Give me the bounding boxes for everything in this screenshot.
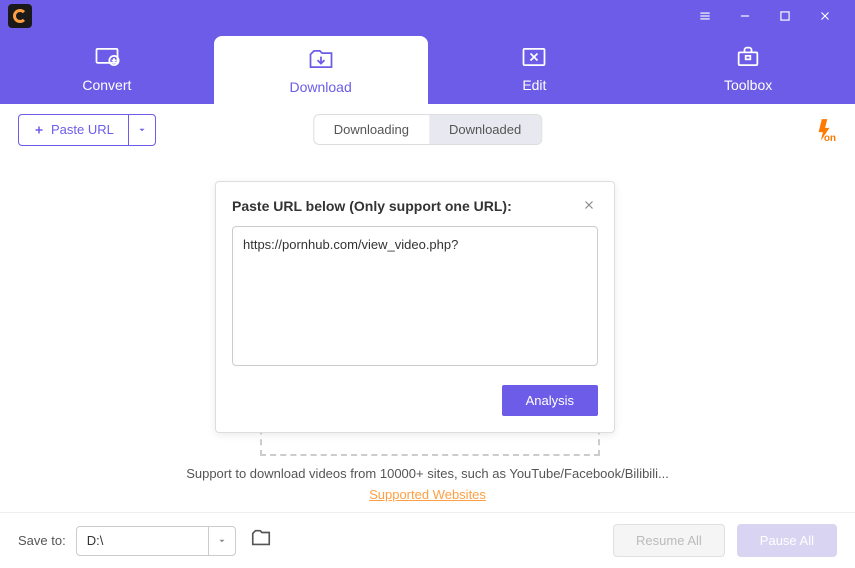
navbar: Convert Download Edit Toolbox	[0, 32, 855, 104]
nav-label: Convert	[82, 77, 131, 93]
folder-icon	[250, 527, 272, 549]
paste-url-button[interactable]: Paste URL	[18, 114, 156, 146]
save-path-value: D:\	[77, 533, 208, 548]
menu-icon[interactable]	[691, 2, 719, 30]
dialog-close-button[interactable]	[582, 198, 598, 214]
toolbox-icon	[734, 43, 762, 71]
tab-toolbox[interactable]: Toolbox	[641, 32, 855, 104]
support-text: Support to download videos from 10000+ s…	[0, 466, 855, 481]
nav-label: Edit	[522, 77, 546, 93]
tab-convert[interactable]: Convert	[0, 32, 214, 104]
save-path-dropdown[interactable]	[208, 527, 235, 555]
app-logo	[8, 4, 32, 28]
plus-icon	[33, 124, 45, 136]
resume-all-button[interactable]: Resume All	[613, 524, 725, 557]
svg-text:on: on	[824, 132, 836, 142]
paste-url-label: Paste URL	[51, 122, 114, 137]
paste-url-dropdown[interactable]	[128, 115, 155, 145]
toolbar: Paste URL Downloading Downloaded on	[0, 104, 855, 156]
maximize-icon[interactable]	[771, 2, 799, 30]
chevron-down-icon	[137, 125, 147, 135]
paste-url-dialog: Paste URL below (Only support one URL): …	[215, 181, 615, 433]
tab-edit[interactable]: Edit	[428, 32, 642, 104]
save-to-label: Save to:	[18, 533, 66, 548]
window-controls	[691, 2, 851, 30]
close-icon[interactable]	[811, 2, 839, 30]
supported-websites-link[interactable]: Supported Websites	[0, 487, 855, 502]
brand-icon[interactable]: on	[811, 117, 837, 143]
nav-label: Toolbox	[724, 77, 772, 93]
paste-url-main[interactable]: Paste URL	[19, 115, 128, 145]
edit-icon	[520, 43, 548, 71]
titlebar	[0, 0, 855, 32]
download-icon	[307, 45, 335, 73]
url-input[interactable]	[232, 226, 598, 366]
minimize-icon[interactable]	[731, 2, 759, 30]
tab-download[interactable]: Download	[214, 36, 428, 104]
chevron-down-icon	[217, 536, 227, 546]
open-folder-button[interactable]	[250, 527, 272, 554]
subtabs: Downloading Downloaded	[313, 114, 542, 145]
dialog-title: Paste URL below (Only support one URL):	[232, 198, 512, 214]
footer: Save to: D:\ Resume All Pause All	[0, 512, 855, 568]
subtab-downloaded[interactable]: Downloaded	[429, 115, 541, 144]
nav-label: Download	[289, 79, 351, 95]
save-path-select[interactable]: D:\	[76, 526, 236, 556]
main-area: Copy URL and click here to download Past…	[0, 156, 855, 516]
subtab-downloading[interactable]: Downloading	[314, 115, 429, 144]
analysis-button[interactable]: Analysis	[502, 385, 598, 416]
convert-icon	[93, 43, 121, 71]
pause-all-button[interactable]: Pause All	[737, 524, 837, 557]
close-icon	[582, 198, 596, 212]
